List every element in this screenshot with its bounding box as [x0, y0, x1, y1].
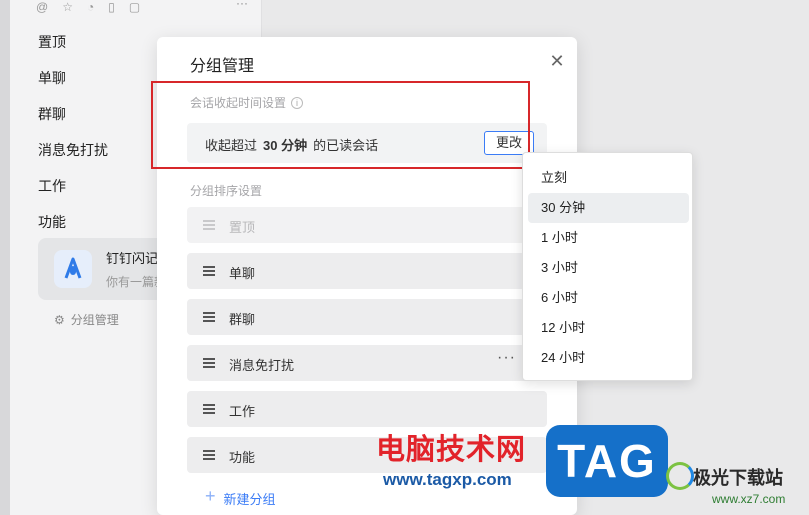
clock-icon[interactable]: ◔ [87, 0, 94, 14]
collapse-time-dropdown: 立刻 30 分钟 1 小时 3 小时 6 小时 12 小时 24 小时 [522, 152, 693, 381]
watermark-url: www.tagxp.com [383, 470, 512, 489]
watermark-swirl-icon [666, 462, 694, 490]
group-label: 单聊 [229, 266, 256, 281]
option-30-minutes[interactable]: 30 分钟 [528, 193, 689, 223]
option-3-hours[interactable]: 3 小时 [528, 253, 689, 283]
sidebar-item-functions[interactable]: 功能 [38, 212, 66, 232]
sidebar-item-work[interactable]: 工作 [38, 176, 66, 196]
group-row-group-chat[interactable]: 群聊 [187, 299, 547, 335]
watermark-title: 电脑技术网 [376, 434, 527, 466]
watermark-brand-url: www.xz7.com [712, 492, 786, 506]
new-group-label: 新建分组 [223, 492, 276, 507]
group-manage-label: 分组管理 [70, 313, 119, 327]
watermark-brand: 极光下载站 [693, 468, 783, 488]
option-immediately[interactable]: 立刻 [528, 163, 689, 193]
more-icon[interactable]: ··· [497, 349, 516, 367]
sidebar-item-pinned[interactable]: 置顶 [38, 32, 66, 52]
gear-icon: ⚙ [54, 312, 65, 327]
drag-handle-icon[interactable] [203, 266, 215, 276]
window-edge [0, 0, 10, 515]
drag-handle-icon [203, 220, 215, 230]
sidebar-toolbar: @ ☆ ◔ ▯ ▢ ··· [36, 0, 248, 14]
at-icon[interactable]: @ [36, 0, 48, 14]
group-label: 功能 [229, 450, 256, 465]
option-6-hours[interactable]: 6 小时 [528, 283, 689, 313]
drag-handle-icon[interactable] [203, 312, 215, 322]
drag-handle-icon[interactable] [203, 450, 215, 460]
document-icon[interactable]: ▢ [129, 0, 140, 14]
sidebar-item-single-chat[interactable]: 单聊 [38, 68, 66, 88]
close-icon[interactable]: ✕ [547, 51, 567, 71]
highlight-box [151, 81, 530, 169]
drag-handle-icon[interactable] [203, 358, 215, 368]
group-label: 工作 [229, 404, 256, 419]
dialog-title: 分组管理 [190, 58, 255, 75]
new-group-button[interactable]: + 新建分组 [205, 486, 276, 508]
group-manage-link[interactable]: ⚙ 分组管理 [54, 311, 119, 328]
group-label: 消息免打扰 [229, 358, 295, 373]
group-label: 置顶 [229, 220, 256, 235]
watermark-tag-logo: TAG [546, 425, 668, 497]
group-label: 群聊 [229, 312, 256, 327]
group-row-pinned: 置顶 [187, 207, 547, 243]
sort-section-label: 分组排序设置 [190, 184, 263, 198]
avatar [54, 250, 92, 288]
star-icon[interactable]: ☆ [62, 0, 73, 14]
clipboard-icon[interactable]: ▯ [108, 0, 115, 14]
drag-handle-icon[interactable] [203, 404, 215, 414]
option-1-hour[interactable]: 1 小时 [528, 223, 689, 253]
sidebar-item-do-not-disturb[interactable]: 消息免打扰 [38, 140, 108, 160]
option-12-hours[interactable]: 12 小时 [528, 313, 689, 343]
group-row-do-not-disturb[interactable]: 消息免打扰 ··· [187, 345, 547, 381]
group-row-work[interactable]: 工作 [187, 391, 547, 427]
group-row-single-chat[interactable]: 单聊 [187, 253, 547, 289]
more-icon[interactable]: ··· [236, 0, 248, 10]
plus-icon: + [205, 486, 216, 506]
option-24-hours[interactable]: 24 小时 [528, 343, 689, 373]
sidebar-item-group-chat[interactable]: 群聊 [38, 104, 66, 124]
